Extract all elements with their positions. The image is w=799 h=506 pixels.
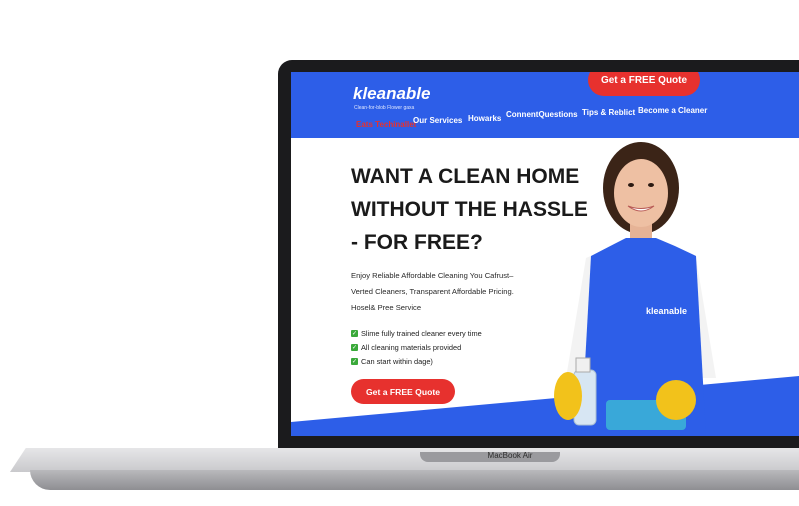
device-label: MacBook Air — [487, 451, 533, 460]
hero-section: WANT A CLEAN HOME WITHOUT THE HASSLE - F… — [291, 138, 799, 436]
site-header: kleanable Clean-for-blob Flower gaxa Get… — [291, 72, 799, 138]
nav-item-eats[interactable]: Eats Techinallet — [356, 120, 416, 129]
feature-text: Can start within dage) — [361, 356, 433, 366]
site-tagline: Clean-for-blob Flower gaxa — [354, 105, 415, 111]
nav-item-our-services[interactable]: Our Services — [413, 116, 462, 125]
nav-item-questions[interactable]: ConnentQuestions — [506, 110, 578, 119]
hero-quote-button[interactable]: Get a FREE Quote — [351, 379, 455, 404]
laptop-base-top — [10, 448, 799, 472]
apron-logo: kleanable — [646, 306, 687, 316]
checkbox-icon: ✓ — [351, 343, 358, 351]
site-logo[interactable]: kleanable — [353, 84, 431, 104]
feature-item: ✓ Slime fully trained cleaner every time — [351, 326, 571, 340]
feature-item: ✓ Can start within dage) — [351, 354, 571, 368]
laptop-screen: kleanable Clean-for-blob Flower gaxa Get… — [291, 72, 799, 436]
laptop-base-front — [30, 470, 799, 490]
feature-text: Slime fully trained cleaner every time — [361, 328, 482, 338]
checkbox-icon: ✓ — [351, 357, 358, 365]
main-nav: Eats Techinallet Our Services Howarks Co… — [356, 106, 796, 132]
feature-text: All cleaning materials provided — [361, 342, 462, 352]
feature-list: ✓ Slime fully trained cleaner every time… — [351, 326, 571, 368]
cleaner-photo: kleanable — [554, 142, 716, 436]
header-quote-button[interactable]: Get a FREE Quote — [588, 72, 700, 96]
nav-item-tips[interactable]: Tips & Reblict — [582, 108, 635, 117]
nav-item-become-cleaner[interactable]: Become a Cleaner — [638, 106, 707, 115]
feature-item: ✓ All cleaning materials provided — [351, 340, 571, 354]
nav-item-howarks[interactable]: Howarks — [468, 114, 501, 123]
checkbox-icon: ✓ — [351, 329, 358, 337]
